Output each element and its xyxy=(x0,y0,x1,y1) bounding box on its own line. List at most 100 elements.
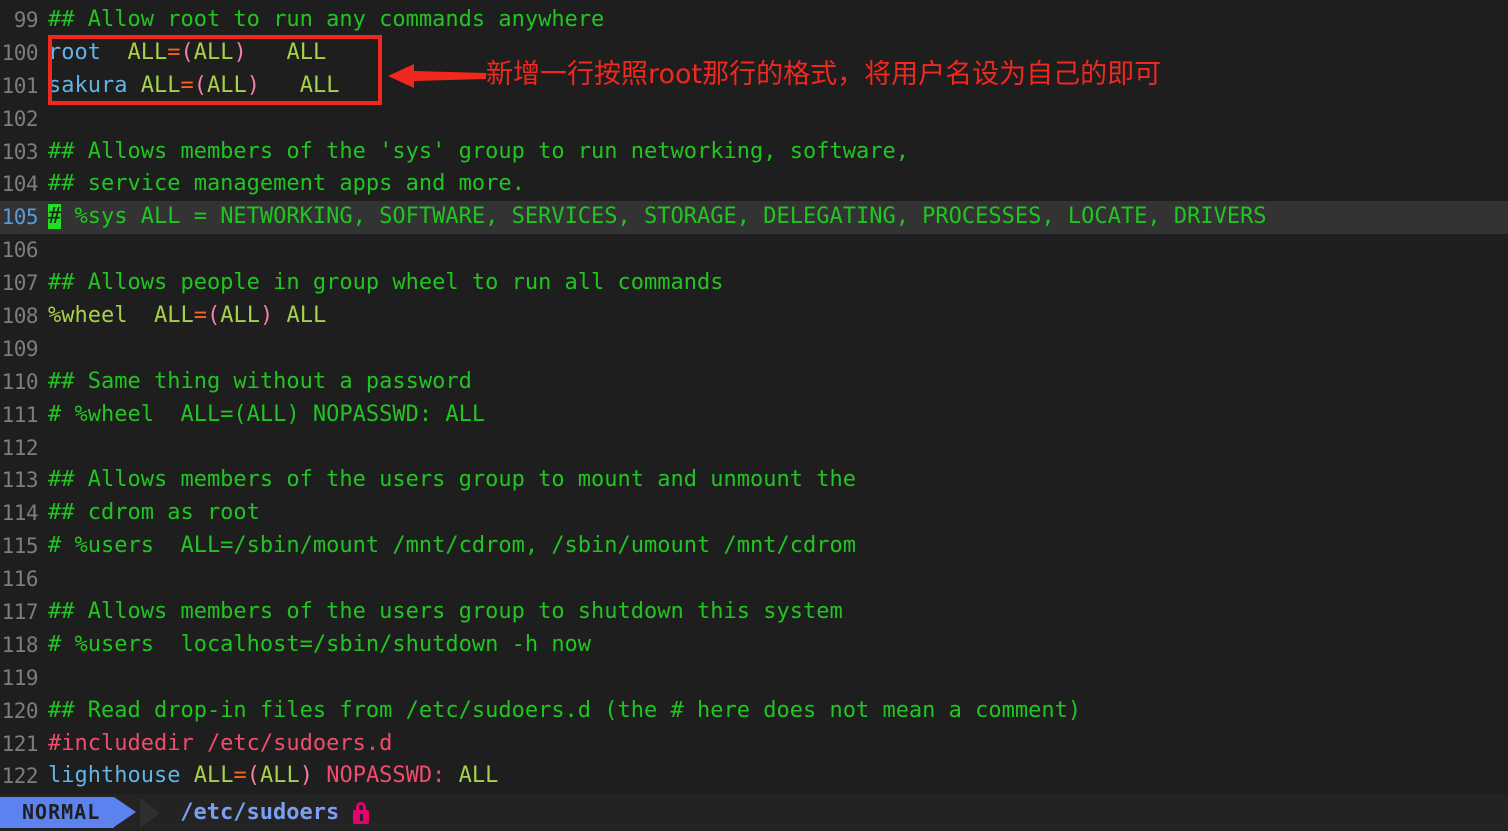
code-token: ## Allow root to run any commands anywhe… xyxy=(48,7,605,32)
code-token: ( xyxy=(206,303,221,329)
code-line[interactable]: 103 ## Allows members of the 'sys' group … xyxy=(0,136,1508,169)
code-line[interactable]: 117 ## Allows members of the users group … xyxy=(0,596,1508,629)
text-editor[interactable]: 99 ## Allow root to run any commands anyw… xyxy=(0,0,1508,831)
code-area[interactable]: 99 ## Allow root to run any commands anyw… xyxy=(0,4,1508,794)
code-token: %sys ALL = NETWORKING, SOFTWARE, SERVICE… xyxy=(61,204,1267,230)
code-token: ## cdrom as root xyxy=(48,500,260,526)
code-token: #includedir /etc/sudoers.d xyxy=(48,730,393,756)
line-content: ## service management apps and more. xyxy=(48,168,1508,201)
code-token: ALL xyxy=(193,39,234,65)
code-token: %wheel xyxy=(48,303,128,329)
text-cursor: # xyxy=(48,204,62,230)
code-token: ALL xyxy=(140,72,181,98)
code-token: ALL xyxy=(206,72,247,98)
code-line[interactable]: 115 # %users ALL=/sbin/mount /mnt/cdrom, … xyxy=(0,530,1508,563)
code-line[interactable]: 108 %wheel ALL=(ALL) ALL xyxy=(0,300,1508,333)
code-line[interactable]: 112 xyxy=(0,432,1508,465)
line-content: ## Allows members of the users group to … xyxy=(48,464,1508,497)
code-line[interactable]: 109 xyxy=(0,333,1508,366)
line-number: 100 xyxy=(1,40,39,65)
code-token: ALL xyxy=(127,39,168,65)
line-number: 107 xyxy=(1,271,39,296)
line-content: # %sys ALL = NETWORKING, SOFTWARE, SERVI… xyxy=(48,201,1508,234)
code-token: # %wheel ALL=(ALL) NOPASSWD: ALL xyxy=(48,401,486,427)
code-token: ) xyxy=(233,39,247,65)
code-line[interactable]: 99 ## Allow root to run any commands anyw… xyxy=(0,4,1508,37)
code-line[interactable]: 114 ## cdrom as root xyxy=(0,497,1508,530)
line-number: 99 xyxy=(13,8,39,32)
line-number: 120 xyxy=(1,698,39,723)
code-token: ALL xyxy=(286,39,327,65)
code-token: ( xyxy=(246,763,260,789)
code-token: # %users ALL=/sbin/mount /mnt/cdrom, /sb… xyxy=(48,533,856,559)
status-bar: NORMAL /etc/sudoers xyxy=(0,794,1508,831)
line-content: # %users ALL=/sbin/mount /mnt/cdrom, /sb… xyxy=(48,530,1508,563)
code-token: ) xyxy=(299,763,313,789)
line-number: 102 xyxy=(1,106,39,131)
line-number: 113 xyxy=(1,468,39,493)
line-number: 108 xyxy=(1,304,39,329)
line-number: 101 xyxy=(1,73,39,98)
code-line[interactable]: 110 ## Same thing without a password xyxy=(0,366,1508,399)
code-line[interactable]: 118 # %users localhost=/sbin/shutdown -h … xyxy=(0,629,1508,662)
code-token: root xyxy=(48,39,101,65)
code-line[interactable]: 113 ## Allows members of the users group … xyxy=(0,464,1508,497)
line-content: ## Allows people in group wheel to run a… xyxy=(48,267,1508,300)
line-content: ## cdrom as root xyxy=(48,497,1508,530)
code-line[interactable]: 102 xyxy=(0,103,1508,136)
line-number: 116 xyxy=(1,567,39,592)
code-line[interactable]: 107 ## Allows people in group wheel to ru… xyxy=(0,267,1508,300)
code-line[interactable]: 106 xyxy=(0,234,1508,267)
code-line[interactable]: 120 ## Read drop-in files from /etc/sudoe… xyxy=(0,695,1508,728)
code-line[interactable]: 104 ## service management apps and more. xyxy=(0,168,1508,201)
line-number: 119 xyxy=(1,665,39,690)
code-token: = xyxy=(180,72,194,98)
line-content: # %users localhost=/sbin/shutdown -h now xyxy=(48,629,1508,662)
code-token: ## Same thing without a password xyxy=(48,368,472,394)
code-line[interactable]: 116 xyxy=(0,563,1508,596)
code-line[interactable]: 119 xyxy=(0,662,1508,695)
line-content: ## Allows members of the users group to … xyxy=(48,596,1508,629)
line-number: 103 xyxy=(1,139,39,164)
line-number: 104 xyxy=(1,172,39,197)
line-number: 114 xyxy=(1,501,39,526)
code-token: ## Allows members of the users group to … xyxy=(48,467,856,493)
code-token: ( xyxy=(193,72,207,98)
line-number: 122 xyxy=(1,764,39,789)
line-number: 117 xyxy=(1,600,39,625)
code-token: ## service management apps and more. xyxy=(48,171,525,197)
line-content: lighthouse ALL=(ALL) NOPASSWD: ALL xyxy=(48,760,1508,793)
code-line[interactable]: 111 # %wheel ALL=(ALL) NOPASSWD: ALL xyxy=(0,399,1508,432)
code-token: = xyxy=(167,39,181,65)
code-token: ALL xyxy=(259,763,300,789)
code-token: ) xyxy=(259,303,274,329)
code-token: # %users localhost=/sbin/shutdown -h now xyxy=(48,631,592,657)
line-number: 110 xyxy=(1,369,39,394)
line-content: ## Allows members of the 'sys' group to … xyxy=(48,136,1508,169)
code-token: lighthouse xyxy=(48,763,181,789)
code-token: sakura xyxy=(48,72,128,98)
line-content: ## Allow root to run any commands anywhe… xyxy=(48,4,1508,37)
code-token: ) xyxy=(246,72,260,98)
code-token: ## Allows members of the 'sys' group to … xyxy=(48,138,909,164)
code-line[interactable]: 122 lighthouse ALL=(ALL) NOPASSWD: ALL xyxy=(0,760,1508,793)
line-content: %wheel ALL=(ALL) ALL xyxy=(48,300,1508,333)
line-content: ## Same thing without a password xyxy=(48,366,1508,399)
status-file-name: /etc/sudoers xyxy=(180,800,340,825)
code-token: ALL xyxy=(286,303,327,329)
annotation-note-text: 新增一行按照root那行的格式，将用户名设为自己的即可 xyxy=(486,59,1162,90)
line-number: 112 xyxy=(1,435,39,460)
code-line[interactable]: 105 # %sys ALL = NETWORKING, SOFTWARE, SE… xyxy=(0,201,1508,235)
code-token: ALL xyxy=(299,72,340,98)
code-line[interactable]: 121 #includedir /etc/sudoers.d xyxy=(0,728,1508,761)
line-content: ## Read drop-in files from /etc/sudoers.… xyxy=(48,695,1508,728)
